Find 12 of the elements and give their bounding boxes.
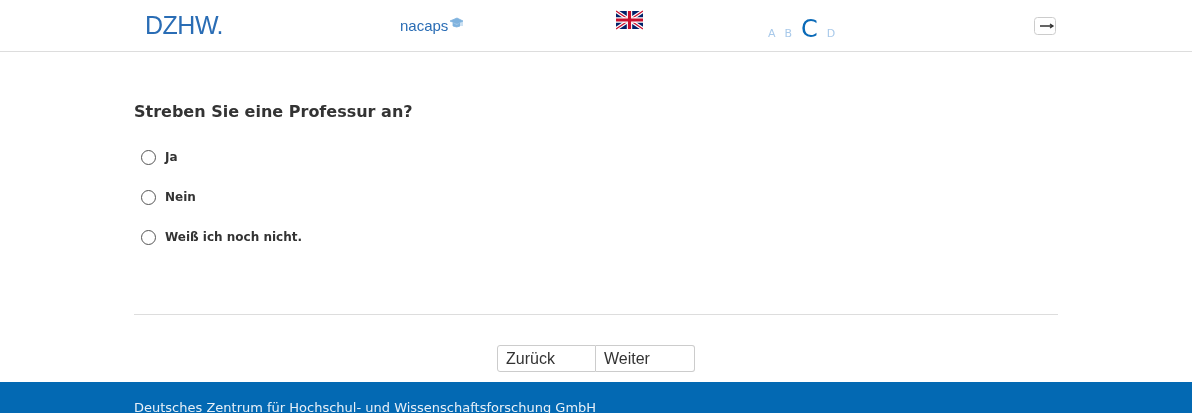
nav-button[interactable]: Zurück [497,345,596,372]
uk-flag-icon[interactable] [616,9,643,30]
font-size-option[interactable]: C [801,14,818,43]
option-label[interactable]: Nein [165,190,196,204]
brand-logo: nacaps [400,17,464,34]
logout-icon[interactable] [1034,16,1056,35]
question-title: Streben Sie eine Professur an? [134,102,414,121]
option-label[interactable]: Ja [165,150,178,164]
option-label[interactable]: Weiß ich noch nicht. [165,230,303,244]
nav-button[interactable]: Weiter [596,345,695,372]
graduation-cap-icon [449,17,464,29]
logo: DZHW. [145,11,225,40]
